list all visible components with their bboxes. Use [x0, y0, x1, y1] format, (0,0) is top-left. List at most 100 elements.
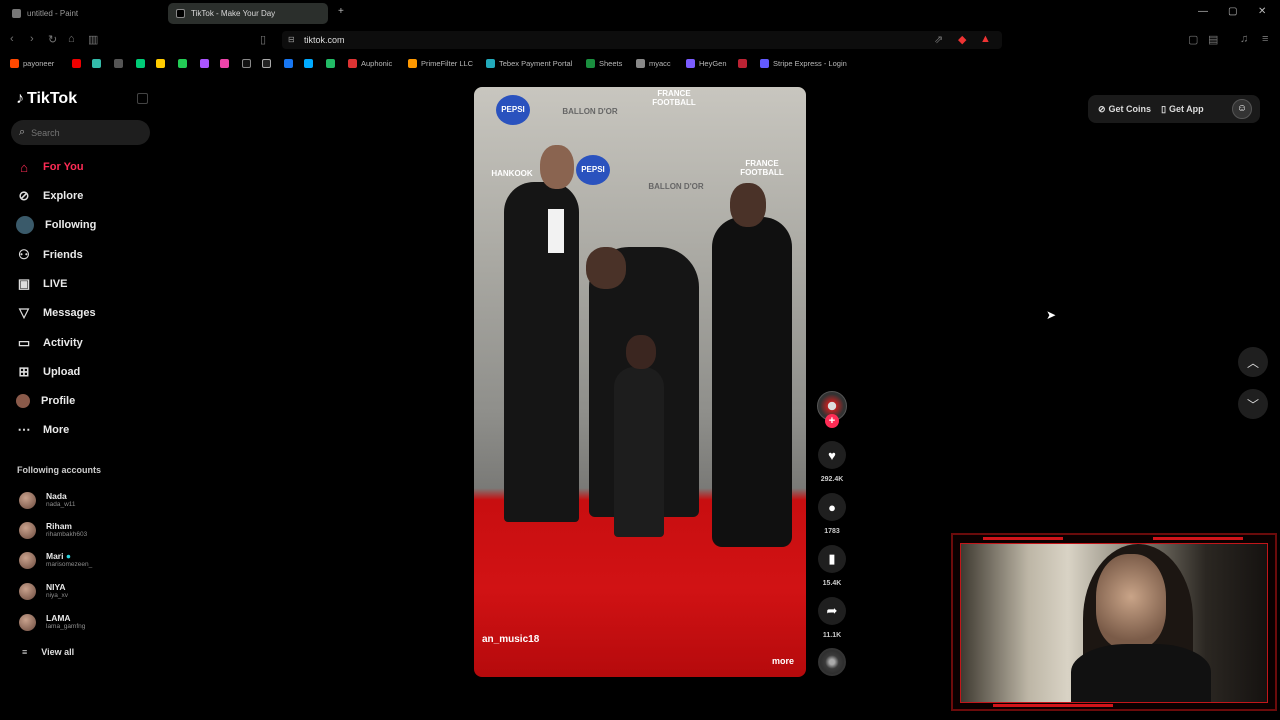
bookmark-stripe[interactable]: Stripe Express - Login	[760, 57, 847, 69]
bookmark-icon-10[interactable]	[738, 57, 747, 69]
bookmark-icon[interactable]: ▯	[260, 33, 266, 46]
nav-following[interactable]: Following	[16, 216, 96, 234]
backdrop-logo: PEPSI	[576, 155, 610, 185]
logo-text: TikTok	[27, 90, 78, 107]
bookmark-icon-2[interactable]	[92, 57, 101, 69]
minimize-button[interactable]: —	[1198, 6, 1208, 17]
comment-button[interactable]: ●	[818, 493, 846, 521]
url-field[interactable]: ⊟ tiktok.com	[282, 31, 1002, 49]
nav-for-you[interactable]: ⌂ For You	[16, 158, 84, 176]
menu-icon[interactable]: ≡	[1262, 33, 1268, 45]
list-icon: ≡	[22, 647, 28, 657]
forward-icon[interactable]: ›	[30, 33, 34, 45]
bookmark-sheets[interactable]: Sheets	[586, 57, 622, 69]
bookmark-icon-5[interactable]	[156, 57, 165, 69]
previous-video-button[interactable]: ︿	[1238, 347, 1268, 377]
follow-plus-icon[interactable]: +	[825, 414, 839, 428]
nav-messages[interactable]: ▽ Messages	[16, 304, 96, 322]
account-handle: lama_gamfng	[46, 623, 86, 630]
backdrop-logo: HANKOOK	[491, 169, 533, 178]
bookmark-auphonic[interactable]: Auphonic	[348, 57, 392, 69]
view-all-link[interactable]: ≡ View all	[22, 647, 74, 657]
share-icon[interactable]: ⇗	[934, 33, 943, 46]
following-account[interactable]: Nada nada_w11	[19, 488, 76, 512]
tab-label: TikTok - Make Your Day	[191, 9, 276, 18]
close-window-button[interactable]: ✕	[1258, 6, 1266, 17]
tiktok-logo[interactable]: ♪ TikTok	[16, 90, 77, 108]
nav-explore[interactable]: ⊘ Explore	[16, 187, 84, 205]
profile-avatar[interactable]: ☺	[1232, 99, 1252, 119]
wallet-icon[interactable]: ▢	[1188, 33, 1198, 46]
verified-badge-icon: ●	[65, 551, 71, 561]
following-account[interactable]: LAMA lama_gamfng	[19, 610, 85, 634]
bookmark-icon-7[interactable]	[200, 57, 209, 69]
nav-upload[interactable]: ⊞ Upload	[16, 363, 81, 381]
frame-decoration	[1153, 537, 1243, 540]
account-name: Riham	[46, 521, 72, 531]
bookmark-tebex[interactable]: Tebex Payment Portal	[486, 57, 572, 69]
tab-tiktok[interactable]: TikTok - Make Your Day	[168, 3, 328, 24]
share-button[interactable]: ➦	[818, 597, 846, 625]
nav-label: More	[43, 424, 70, 436]
following-account[interactable]: NIYA niya_xv	[19, 579, 68, 603]
backdrop-logo: FRANCE FOOTBALL	[652, 89, 696, 107]
maximize-button[interactable]: ▢	[1228, 6, 1237, 17]
rewards-icon[interactable]: ▲	[980, 33, 991, 45]
avatar	[19, 551, 36, 569]
brave-shield-icon[interactable]: ◆	[958, 33, 966, 46]
bookmark-icon-4[interactable]	[136, 57, 145, 69]
new-tab-button[interactable]: +	[338, 6, 344, 17]
following-account[interactable]: Mari ● marisomezeen_	[19, 548, 92, 572]
sidebar-toggle-icon[interactable]: ▥	[88, 33, 98, 46]
collapse-sidebar-icon[interactable]	[137, 93, 148, 104]
media-icon[interactable]: ♫	[1240, 33, 1248, 45]
search-bar[interactable]: ⌕	[11, 120, 150, 145]
avatar	[19, 521, 36, 539]
following-account[interactable]: Riham rihambakh603	[19, 518, 87, 542]
nav-friends[interactable]: ⚇ Friends	[16, 246, 83, 264]
next-video-button[interactable]: ﹀	[1238, 389, 1268, 419]
bookmark-icon-3[interactable]	[114, 57, 123, 69]
get-app-button[interactable]: ▯ Get App	[1161, 104, 1204, 115]
bookmark-heygen[interactable]: HeyGen	[686, 57, 727, 69]
tiktok-bookmark-icon[interactable]	[242, 57, 251, 69]
nav-live[interactable]: ▣ LIVE	[16, 275, 68, 293]
messenger-bookmark-icon[interactable]	[304, 57, 313, 69]
video-username[interactable]: an_music18	[482, 634, 539, 645]
facebook-bookmark-icon[interactable]	[284, 57, 293, 69]
activity-icon: ▭	[17, 335, 31, 350]
home-button-icon[interactable]: ⌂	[68, 33, 75, 45]
nav-label: For You	[43, 161, 84, 173]
tiktok-favicon-icon	[176, 9, 185, 18]
live-icon: ▣	[17, 276, 31, 291]
video-more-link[interactable]: more	[772, 656, 794, 666]
webcam-feed	[960, 543, 1268, 703]
search-input[interactable]	[31, 127, 132, 138]
x-bookmark-icon[interactable]	[262, 57, 271, 69]
bookmark-payoneer[interactable]: payoneer	[10, 57, 54, 69]
bookmark-myacc[interactable]: myacc	[636, 57, 671, 69]
bookmark-icon-8[interactable]	[220, 57, 229, 69]
mouse-cursor-icon: ➤	[1046, 308, 1057, 322]
bookmark-icon-9[interactable]	[326, 57, 335, 69]
bookmark-primefilter[interactable]: PrimeFilter LLC	[408, 57, 473, 69]
get-coins-button[interactable]: ⊘ Get Coins	[1098, 104, 1151, 115]
share-count: 11.1K	[822, 632, 842, 639]
frame-decoration	[993, 704, 1113, 707]
music-disc-icon[interactable]	[818, 648, 846, 676]
tab-paint[interactable]: untitled - Paint	[4, 3, 164, 24]
back-icon[interactable]: ‹	[10, 33, 14, 45]
video-player[interactable]: PEPSI BALLON D'OR FRANCE FOOTBALL BALLON…	[474, 87, 806, 677]
nav-profile[interactable]: Profile	[16, 392, 75, 410]
nav-activity[interactable]: ▭ Activity	[16, 334, 83, 352]
youtube-bookmark-icon[interactable]	[72, 57, 81, 69]
more-icon: ⋯	[17, 422, 31, 437]
streamer-face	[1096, 554, 1166, 649]
tabs-icon[interactable]: ▤	[1208, 33, 1218, 46]
nav-more[interactable]: ⋯ More	[16, 421, 70, 439]
search-icon: ⌕	[19, 126, 26, 138]
reload-icon[interactable]: ↻	[48, 33, 57, 46]
save-button[interactable]: ▮	[818, 545, 846, 573]
like-button[interactable]: ♥	[818, 441, 846, 469]
bookmark-icon-6[interactable]	[178, 57, 187, 69]
